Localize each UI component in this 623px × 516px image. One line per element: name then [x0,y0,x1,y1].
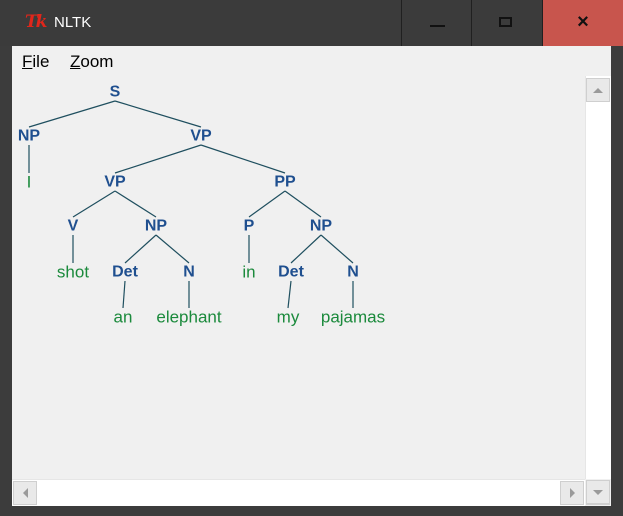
tree-edge-np2-n1 [155,234,190,264]
minimize-button[interactable] [401,0,471,46]
tree-canvas[interactable]: S NP I VP VP Vshot NP Det an Nelephant PP Pin NP Det m… [12,76,585,479]
nltk-window: Tk NLTK × File Zoom S NP I VP VP Vshot NP Det an… [0,0,623,516]
tree-edge-np2-det1 [124,234,157,264]
maximize-icon [499,17,512,27]
scroll-left-button[interactable] [13,481,37,505]
tree-edge-s-vp1 [114,100,202,128]
tk-feather-icon: Tk [25,12,47,32]
tree-leaf-elephant[interactable]: elephant [156,308,222,327]
window-title: NLTK [54,14,92,31]
tree-edge-vp2-v [72,190,116,218]
tree-node-np1[interactable]: NP [18,128,41,145]
tree-node-det2[interactable]: Det [278,264,304,281]
scroll-right-button[interactable] [560,481,584,505]
tree-node-n2[interactable]: N [347,264,359,281]
close-button[interactable]: × [542,0,623,46]
maximize-button[interactable] [471,0,541,46]
tree-leaf-shot[interactable]: shot [57,263,89,282]
tree-edge-det1-an [122,280,126,309]
tree-node-vp1[interactable]: VP [190,128,212,145]
tree-leaf-an[interactable]: an [114,308,133,327]
tree-leaf-pajamas[interactable]: pajamas [321,308,385,327]
menu-file-label: ile [32,52,50,71]
horizontal-scrollbar[interactable] [12,479,585,506]
arrow-right-icon [569,488,575,498]
tree-edge-np3-n2 [320,234,354,264]
title-bar[interactable]: Tk NLTK × [0,0,623,46]
parse-tree: SNPIVPVPVshotNPDetanNelephantPPPinNPDetm… [18,84,385,327]
tree-edge-vp2-np2 [114,190,157,218]
menu-zoom-label: oom [80,52,114,71]
tree-edge-det2-my [287,280,292,309]
minimize-icon [430,25,445,27]
arrow-down-icon [593,489,603,495]
tree-edge-pp-p [248,190,286,218]
scroll-down-corner-button[interactable] [586,480,610,504]
tree-edge-vp1-vp2 [114,144,202,174]
tree-leaf-my[interactable]: my [277,308,300,327]
tree-node-p[interactable]: P [244,218,255,235]
menu-zoom[interactable]: Zoom [70,52,113,72]
arrow-left-icon [22,488,28,498]
tree-nodes: SNPIVPVPVshotNPDetanNelephantPPPinNPDetm… [18,84,385,327]
client-area: File Zoom S NP I VP VP Vshot NP Det an Nelephant P… [12,46,611,506]
menu-file-mnemonic: F [22,52,33,71]
menu-zoom-mnemonic: Z [70,52,81,71]
tree-node-det1[interactable]: Det [112,264,138,281]
tree-edge-pp-np3 [284,190,322,218]
tree-edge-vp1-pp [200,144,286,174]
tree-leaf-in[interactable]: in [242,263,255,282]
arrow-up-icon [593,87,603,93]
tree-node-vp2[interactable]: VP [104,174,126,191]
menu-file[interactable]: File [22,52,49,72]
tree-node-n1[interactable]: N [183,264,195,281]
tree-node-v[interactable]: V [68,218,79,235]
tree-node-s[interactable]: S [110,84,121,101]
scroll-up-button[interactable] [586,78,610,102]
tree-edge-s-np1 [28,100,116,128]
tree-node-np3[interactable]: NP [310,218,333,235]
tree-leaf-i[interactable]: I [27,173,32,192]
close-icon: × [577,11,589,33]
tree-edge-np3-det2 [290,234,322,264]
menu-bar: File Zoom [12,46,611,76]
vertical-scrollbar[interactable] [585,76,611,505]
tree-node-np2[interactable]: NP [145,218,168,235]
tree-node-pp[interactable]: PP [274,174,296,191]
